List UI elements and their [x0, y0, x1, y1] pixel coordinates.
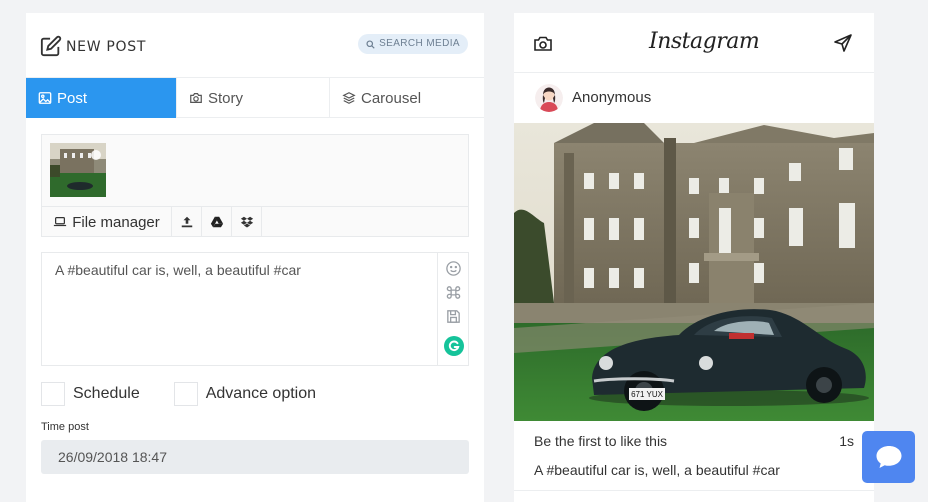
advance-option-checkbox[interactable] [173, 382, 198, 406]
command-icon[interactable] [445, 284, 462, 301]
send-icon [834, 34, 852, 52]
instagram-preview: Instagram Anonymous 671 YUX Be the first… [514, 13, 874, 502]
schedule-label: Schedule [73, 385, 140, 402]
tab-post-label: Post [57, 89, 88, 107]
tab-story-label: Story [208, 89, 244, 107]
upload-icon [181, 216, 192, 228]
chat-button[interactable] [862, 431, 915, 483]
google-drive-button[interactable] [202, 207, 232, 237]
composer-panel: NEW POST SEARCH MEDIA Post Story Carouse… [26, 13, 484, 502]
username: Anonymous [572, 89, 652, 106]
preview-user: Anonymous [514, 73, 874, 123]
dropbox-button[interactable] [232, 207, 262, 237]
post-type-tabs: Post Story Carousel [26, 77, 484, 118]
caption-editor[interactable]: A #beautiful car is, well, a beautiful #… [41, 252, 469, 366]
grammarly-icon[interactable] [444, 336, 464, 356]
advance-option-label: Advance option [205, 385, 317, 402]
page-title: NEW POST [66, 39, 147, 55]
preview-header: Instagram [514, 13, 874, 73]
divider [514, 490, 874, 491]
layers-icon [342, 92, 356, 104]
caption-text[interactable]: A #beautiful car is, well, a beautiful #… [55, 262, 301, 278]
car-photo: 671 YUX [514, 123, 874, 421]
camera-icon [190, 93, 202, 103]
search-media-label: SEARCH MEDIA [379, 38, 460, 49]
dropbox-icon [240, 216, 253, 228]
avatar-image [535, 84, 563, 112]
image-icon [38, 92, 52, 104]
chat-icon [876, 446, 901, 468]
avatar [535, 84, 563, 112]
search-media-button[interactable]: SEARCH MEDIA [358, 34, 468, 54]
composer-header: NEW POST SEARCH MEDIA [26, 13, 484, 77]
camera-icon [534, 36, 552, 51]
post-time: 1s [839, 433, 854, 449]
instagram-logo: Instagram [649, 29, 760, 54]
upload-button[interactable] [172, 207, 202, 237]
media-toolbar: File manager [42, 206, 468, 237]
search-icon [366, 39, 375, 49]
file-manager-label: File manager [72, 213, 160, 231]
time-post-label: Time post [41, 421, 89, 433]
thumbnail-image [50, 143, 106, 197]
laptop-icon [54, 217, 67, 227]
post-image: 671 YUX [514, 123, 874, 421]
post-options: Schedule Advance option [41, 382, 316, 406]
caption-tools [437, 253, 468, 365]
tab-story[interactable]: Story [177, 78, 330, 118]
license-plate: 671 YUX [631, 390, 664, 399]
save-icon[interactable] [445, 308, 462, 325]
google-drive-icon [210, 216, 223, 228]
time-post-input[interactable]: 26/09/2018 18:47 [41, 440, 469, 474]
preview-caption: A #beautiful car is, well, a beautiful #… [534, 462, 780, 478]
likes-text: Be the first to like this [534, 433, 668, 449]
tab-post[interactable]: Post [26, 78, 177, 118]
emoji-icon[interactable] [445, 260, 462, 277]
schedule-checkbox[interactable] [41, 382, 65, 406]
file-manager-button[interactable]: File manager [42, 207, 172, 237]
tab-carousel-label: Carousel [361, 89, 422, 107]
tab-carousel[interactable]: Carousel [330, 78, 484, 118]
media-box: File manager [41, 134, 469, 237]
media-thumbnail[interactable] [50, 143, 106, 197]
edit-icon [40, 35, 62, 57]
